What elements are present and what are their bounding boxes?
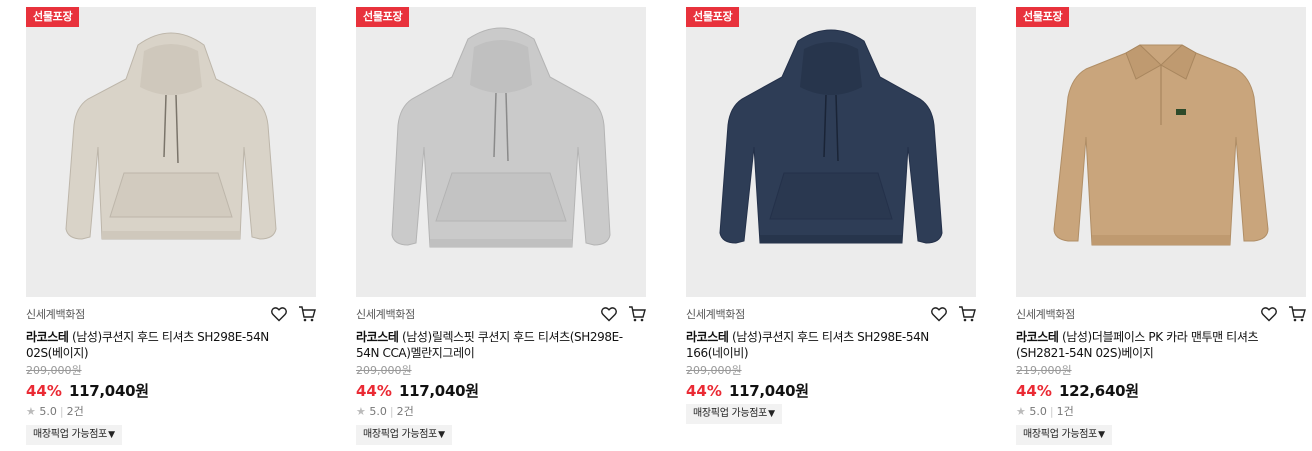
review-count: 2건 <box>66 405 84 418</box>
star-icon: ★ <box>1016 405 1026 418</box>
store-pickup-dropdown[interactable]: 매장픽업 가능점포▼ <box>26 425 122 445</box>
cart-icon[interactable] <box>1288 305 1306 323</box>
store-name: 신세계백화점 <box>356 308 415 321</box>
star-icon: ★ <box>356 405 366 418</box>
star-icon: ★ <box>26 405 36 418</box>
price-row: 44% 117,040원 <box>26 381 318 401</box>
review-count: 1건 <box>1056 405 1074 418</box>
discount-rate: 44% <box>686 382 722 400</box>
product-image[interactable]: 선물포장 <box>356 7 646 297</box>
product-grid: 선물포장 신세계백화점 라코스테 (남성)쿠션지 후드 티셔츠 SH298E-5… <box>0 0 1312 451</box>
original-price: 209,000원 <box>686 364 742 377</box>
brand-name: 라코스테 <box>356 330 399 344</box>
sale-price: 122,640원 <box>1059 382 1139 400</box>
store-name: 신세계백화점 <box>26 308 85 321</box>
sale-price: 117,040원 <box>69 382 149 400</box>
gift-wrap-badge: 선물포장 <box>356 7 410 27</box>
product-title[interactable]: 라코스테 (남성)더블페이스 PK 카라 맨투맨 티셔츠(SH2821-54N … <box>1016 329 1298 361</box>
price-row: 44% 117,040원 <box>686 381 978 401</box>
price-row: 44% 117,040원 <box>356 381 648 401</box>
rating-score: 5.0 <box>39 405 57 418</box>
gift-wrap-badge: 선물포장 <box>1016 7 1070 27</box>
rating-score: 5.0 <box>369 405 387 418</box>
product-card[interactable]: 선물포장 신세계백화점 라코스테 (남성)더블페이스 PK 카라 맨투맨 티셔츠… <box>1016 7 1308 445</box>
product-title[interactable]: 라코스테 (남성)쿠션지 후드 티셔츠 SH298E-54N 02S(베이지) <box>26 329 308 361</box>
cart-icon[interactable] <box>958 305 976 323</box>
original-price: 219,000원 <box>1016 364 1072 377</box>
product-card[interactable]: 선물포장 신세계백화점 라코스테 (남성)쿠션지 후드 티셔츠 SH298E-5… <box>26 7 318 445</box>
pickup-label: 매장픽업 가능점포 <box>693 408 768 419</box>
original-price: 209,000원 <box>356 364 412 377</box>
discount-rate: 44% <box>356 382 392 400</box>
pickup-label: 매장픽업 가능점포 <box>363 429 438 440</box>
price-row: 44% 122,640원 <box>1016 381 1308 401</box>
polo-sweatshirt-illustration <box>1053 44 1269 246</box>
store-name: 신세계백화점 <box>1016 308 1075 321</box>
product-image[interactable]: 선물포장 <box>1016 7 1306 297</box>
brand-name: 라코스테 <box>686 330 729 344</box>
brand-name: 라코스테 <box>1016 330 1059 344</box>
heart-icon[interactable] <box>600 305 618 323</box>
heart-icon[interactable] <box>1260 305 1278 323</box>
product-title[interactable]: 라코스테 (남성)릴렉스핏 쿠션지 후드 티셔츠(SH298E-54N CCA)… <box>356 329 638 361</box>
store-pickup-dropdown[interactable]: 매장픽업 가능점포▼ <box>356 425 452 445</box>
product-image[interactable]: 선물포장 <box>686 7 976 297</box>
gift-wrap-badge: 선물포장 <box>686 7 740 27</box>
rating-row: ★ 5.0 | 2건 <box>26 405 84 418</box>
sale-price: 117,040원 <box>399 382 479 400</box>
hoodie-illustration <box>65 32 277 240</box>
brand-name: 라코스테 <box>26 330 69 344</box>
review-count: 2건 <box>396 405 414 418</box>
caret-down-icon: ▼ <box>768 409 775 419</box>
product-image[interactable]: 선물포장 <box>26 7 316 297</box>
caret-down-icon: ▼ <box>108 430 115 440</box>
rating-score: 5.0 <box>1029 405 1047 418</box>
store-pickup-dropdown[interactable]: 매장픽업 가능점포▼ <box>1016 425 1112 445</box>
gift-wrap-badge: 선물포장 <box>26 7 80 27</box>
cart-icon[interactable] <box>628 305 646 323</box>
rating-row: ★ 5.0 | 1건 <box>1016 405 1074 418</box>
product-card[interactable]: 선물포장 신세계백화점 라코스테 (남성)쿠션지 후드 티셔츠 SH298E-5… <box>686 7 978 424</box>
rating-row: ★ 5.0 | 2건 <box>356 405 414 418</box>
store-pickup-dropdown[interactable]: 매장픽업 가능점포▼ <box>686 404 782 424</box>
discount-rate: 44% <box>26 382 62 400</box>
product-card[interactable]: 선물포장 신세계백화점 라코스테 (남성)릴렉스핏 쿠션지 후드 티셔츠(SH2… <box>356 7 648 445</box>
original-price: 209,000원 <box>26 364 82 377</box>
pickup-label: 매장픽업 가능점포 <box>33 429 108 440</box>
heart-icon[interactable] <box>930 305 948 323</box>
caret-down-icon: ▼ <box>1098 430 1105 440</box>
discount-rate: 44% <box>1016 382 1052 400</box>
product-title[interactable]: 라코스테 (남성)쿠션지 후드 티셔츠 SH298E-54N 166(네이비) <box>686 329 968 361</box>
hoodie-illustration <box>719 29 943 244</box>
sale-price: 117,040원 <box>729 382 809 400</box>
pickup-label: 매장픽업 가능점포 <box>1023 429 1098 440</box>
heart-icon[interactable] <box>270 305 288 323</box>
caret-down-icon: ▼ <box>438 430 445 440</box>
store-name: 신세계백화점 <box>686 308 745 321</box>
cart-icon[interactable] <box>298 305 316 323</box>
hoodie-illustration <box>391 27 611 248</box>
